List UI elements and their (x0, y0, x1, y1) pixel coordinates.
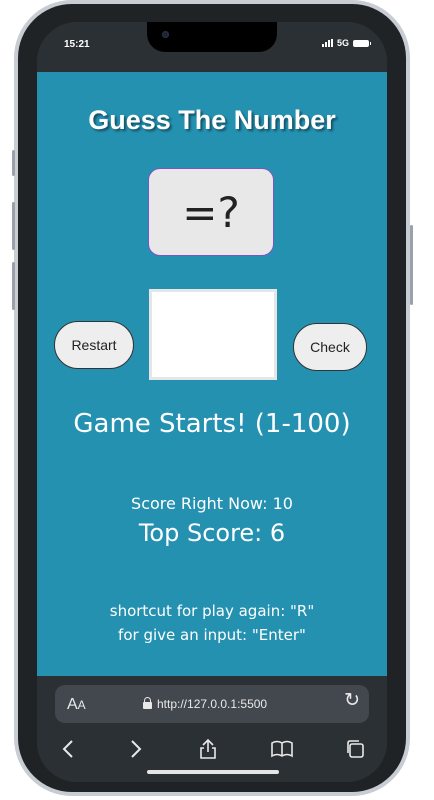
side-button (12, 202, 15, 250)
phone-body: 15:21 5G Guess The Number =? Restart Che… (18, 4, 406, 792)
address-bar[interactable]: AA http://127.0.0.1:5500 ↻ (55, 685, 369, 723)
camera-icon (162, 31, 169, 38)
text-size-label: A (67, 696, 78, 713)
tabs-icon[interactable] (340, 734, 370, 764)
status-time: 15:21 (64, 39, 90, 50)
browser-nav (37, 734, 387, 764)
forward-arrow-icon[interactable] (121, 734, 151, 764)
side-button (410, 225, 413, 305)
network-type: 5G (336, 38, 349, 48)
signal-icon (321, 39, 333, 47)
restart-button[interactable]: Restart (54, 321, 134, 369)
browser-toolbar: AA http://127.0.0.1:5500 ↻ (37, 676, 387, 782)
secret-number-display: =? (148, 168, 274, 256)
lock-icon (143, 697, 152, 709)
back-arrow-icon[interactable] (53, 734, 83, 764)
share-icon[interactable] (193, 734, 223, 764)
reload-icon[interactable]: ↻ (344, 689, 360, 711)
hint-play-again: shortcut for play again: "R" (109, 602, 315, 620)
side-button (12, 262, 15, 310)
game-page: Guess The Number =? Restart Check Game S… (37, 72, 387, 676)
notch (147, 22, 277, 52)
guess-input[interactable] (149, 289, 277, 380)
phone-frame: 15:21 5G Guess The Number =? Restart Che… (14, 0, 410, 796)
current-score: Score Right Now: 10 (131, 494, 293, 513)
text-size-label-small: A (77, 698, 86, 712)
url-text: http://127.0.0.1:5500 (157, 697, 268, 711)
hint-input: for give an input: "Enter" (118, 626, 306, 644)
check-button[interactable]: Check (293, 323, 367, 371)
text-size-button[interactable]: AA (67, 696, 86, 714)
home-indicator[interactable] (147, 770, 279, 774)
bookmarks-icon[interactable] (267, 734, 297, 764)
status-bar: 15:21 5G (37, 22, 387, 72)
page-title: Guess The Number (88, 105, 336, 135)
battery-icon (353, 39, 371, 47)
game-message: Game Starts! (1-100) (73, 409, 351, 439)
top-score: Top Score: 6 (138, 519, 286, 547)
status-indicators: 5G (321, 38, 371, 48)
phone-screen: 15:21 5G Guess The Number =? Restart Che… (37, 22, 387, 782)
url-display[interactable]: http://127.0.0.1:5500 (143, 697, 267, 711)
side-button (12, 150, 15, 176)
